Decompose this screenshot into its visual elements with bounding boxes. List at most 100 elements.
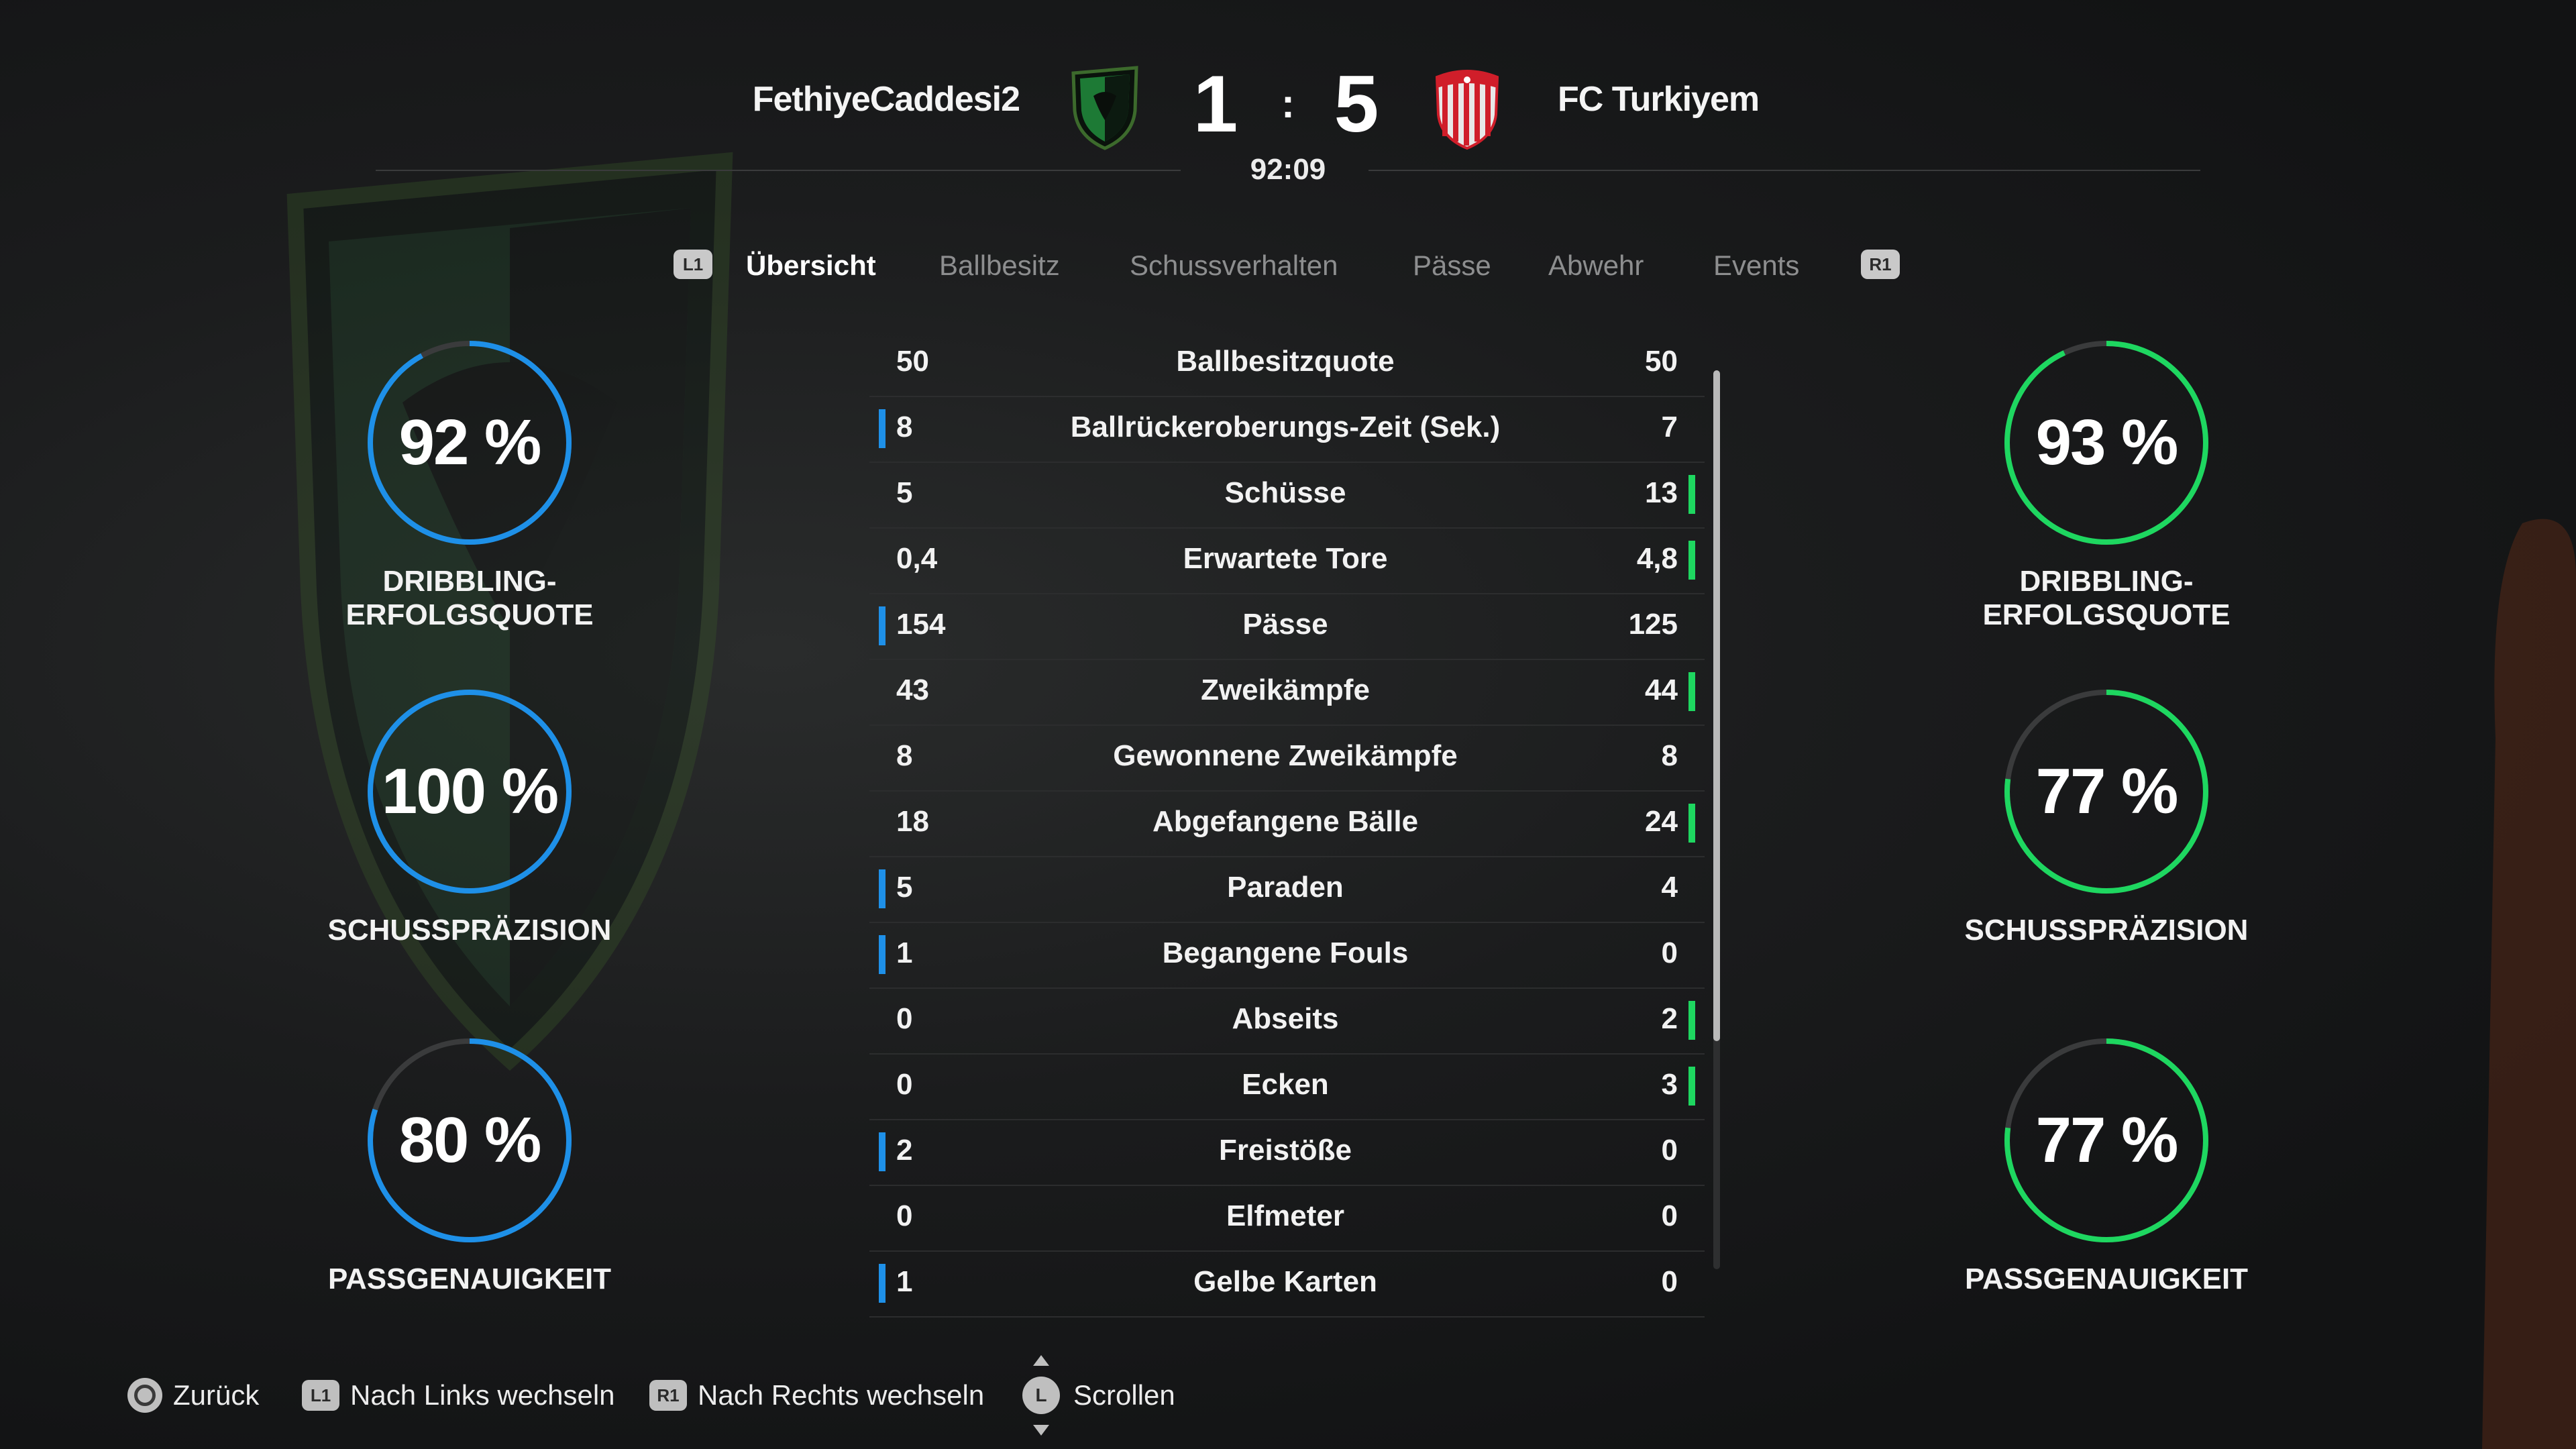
away-lead-indicator [1688, 672, 1695, 711]
stat-away-value: 44 [1645, 674, 1678, 706]
home-team-name: FethiyeCaddesi2 [752, 80, 1020, 119]
stat-row: 1 Begangene Fouls 0 [869, 922, 1705, 989]
away-team-crest-icon [1435, 70, 1499, 150]
stat-away-value: 7 [1661, 411, 1678, 443]
arrow-up-icon [1033, 1355, 1049, 1366]
r1-bumper-icon[interactable]: R1 [1861, 250, 1900, 279]
stat-name: Pässe [1242, 608, 1328, 641]
gauge-label: PASSGENAUIGKEIT [1964, 1263, 2249, 1295]
header-divider-right [1368, 170, 2200, 171]
stat-name: Paraden [1227, 871, 1344, 904]
stat-name: Gewonnene Zweikämpfe [1113, 739, 1458, 772]
stat-home-value: 18 [896, 805, 929, 838]
stat-away-value: 3 [1661, 1068, 1678, 1101]
away-lead-indicator [1688, 1001, 1695, 1040]
stick-letter: L [1035, 1385, 1047, 1405]
away-lead-indicator [1688, 1067, 1695, 1106]
tab-passes[interactable]: Pässe [1413, 250, 1491, 282]
away-lead-indicator [1688, 541, 1695, 580]
stat-away-value: 24 [1645, 805, 1678, 838]
stat-away-value: 0 [1661, 1134, 1678, 1167]
stat-row: 5 Schüsse 13 [869, 462, 1705, 529]
home-gauge-pass-accuracy: 80 % PASSGENAUIGKEIT [262, 1033, 678, 1342]
away-gauge-shot-accuracy: 77 % SCHUSSPRÄZISION [1898, 684, 2314, 993]
hint-switch-right[interactable]: R1 Nach Rechts wechseln [649, 1375, 984, 1415]
stat-name: Ballbesitzquote [1176, 345, 1395, 378]
home-lead-indicator [879, 409, 885, 448]
stat-name: Begangene Fouls [1162, 936, 1409, 969]
tab-shooting[interactable]: Schussverhalten [1130, 250, 1338, 282]
r1-button-icon: R1 [649, 1380, 687, 1411]
hint-scroll[interactable]: L Scrollen [1022, 1355, 1175, 1436]
stat-row: 50 Ballbesitzquote 50 [869, 330, 1705, 397]
stat-row: 8 Ballrückeroberungs-Zeit (Sek.) 7 [869, 396, 1705, 463]
stat-away-value: 0 [1661, 936, 1678, 969]
stat-name: Ecken [1242, 1068, 1329, 1101]
stat-away-value: 4 [1661, 871, 1678, 904]
away-team-name: FC Turkiyem [1558, 80, 1760, 119]
left-stick-icon: L [1022, 1355, 1060, 1436]
home-lead-indicator [879, 1132, 885, 1171]
away-gauge-pass-accuracy: 77 % PASSGENAUIGKEIT [1898, 1033, 2314, 1342]
stat-away-value: 50 [1645, 345, 1678, 378]
away-score: 5 [1334, 59, 1379, 149]
stat-name: Schüsse [1224, 476, 1346, 509]
stat-home-value: 0 [896, 1068, 913, 1101]
hint-back[interactable]: Zurück [127, 1375, 259, 1415]
stat-row: 18 Abgefangene Bälle 24 [869, 790, 1705, 857]
stat-away-value: 125 [1628, 608, 1678, 641]
circle-button-icon [127, 1378, 162, 1413]
scrollbar-thumb[interactable] [1713, 370, 1720, 1041]
gauge-label: SCHUSSPRÄZISION [1964, 914, 2249, 947]
hint-switch-left[interactable]: L1 Nach Links wechseln [302, 1375, 615, 1415]
stat-away-value: 0 [1661, 1265, 1678, 1298]
stat-away-value: 13 [1645, 476, 1678, 509]
stat-away-value: 0 [1661, 1199, 1678, 1232]
gauge-value: 77 % [2035, 1104, 2179, 1176]
stat-home-value: 8 [896, 411, 913, 443]
stat-row: 0,4 Erwartete Tore 4,8 [869, 527, 1705, 594]
gauge-label: DRIBBLING-ERFOLGSQUOTE [1982, 565, 2231, 631]
tab-events[interactable]: Events [1713, 250, 1799, 282]
stat-name: Freistöße [1218, 1134, 1352, 1167]
away-lead-indicator [1688, 804, 1695, 843]
home-lead-indicator [879, 869, 885, 908]
score-separator: : [1281, 81, 1295, 126]
stat-name: Abseits [1232, 1002, 1339, 1035]
gauge-label: DRIBBLING-ERFOLGSQUOTE [345, 565, 594, 631]
home-gauge-shot-accuracy: 100 % SCHUSSPRÄZISION [262, 684, 678, 993]
tab-defense[interactable]: Abwehr [1548, 250, 1644, 282]
stat-home-value: 5 [896, 871, 913, 904]
tab-overview[interactable]: Übersicht [746, 250, 876, 282]
home-lead-indicator [879, 606, 885, 645]
stat-name: Erwartete Tore [1183, 542, 1388, 575]
stat-home-value: 43 [896, 674, 929, 706]
home-lead-indicator [879, 1264, 885, 1303]
stats-tab-bar: L1 Übersicht Ballbesitz Schussverhalten … [0, 241, 2576, 295]
home-lead-indicator [879, 935, 885, 974]
match-clock: 92:09 [1250, 153, 1326, 186]
stat-name: Ballrückeroberungs-Zeit (Sek.) [1070, 411, 1501, 443]
arrow-down-icon [1033, 1425, 1049, 1436]
stat-row: 1 Gelbe Karten 0 [869, 1250, 1705, 1318]
stat-name: Elfmeter [1226, 1199, 1345, 1232]
hint-label: Nach Links wechseln [350, 1379, 615, 1411]
hint-label: Scrollen [1073, 1379, 1175, 1411]
stat-home-value: 0 [896, 1199, 913, 1232]
l1-bumper-icon[interactable]: L1 [674, 250, 712, 279]
gauge-value: 100 % [381, 755, 559, 827]
away-gauge-dribbling: 93 % DRIBBLING-ERFOLGSQUOTE [1898, 335, 2314, 644]
gauge-value: 77 % [2035, 755, 2179, 827]
stat-home-value: 50 [896, 345, 929, 378]
gauge-label: SCHUSSPRÄZISION [327, 914, 612, 947]
stats-table[interactable]: 50 Ballbesitzquote 50 8 Ballrückeroberungs-Z… [869, 330, 1720, 1323]
stat-away-value: 4,8 [1636, 542, 1678, 575]
stat-home-value: 0,4 [896, 542, 938, 575]
hint-label: Zurück [173, 1379, 260, 1411]
tab-possession[interactable]: Ballbesitz [939, 250, 1060, 282]
stat-row: 0 Ecken 3 [869, 1053, 1705, 1120]
stat-row: 0 Elfmeter 0 [869, 1185, 1705, 1252]
scoreboard-header: FethiyeCaddesi2 1 : 5 FC Turkiyem 92:09 [0, 0, 2576, 186]
hint-label: Nach Rechts wechseln [698, 1379, 985, 1411]
home-score: 1 [1193, 59, 1238, 149]
